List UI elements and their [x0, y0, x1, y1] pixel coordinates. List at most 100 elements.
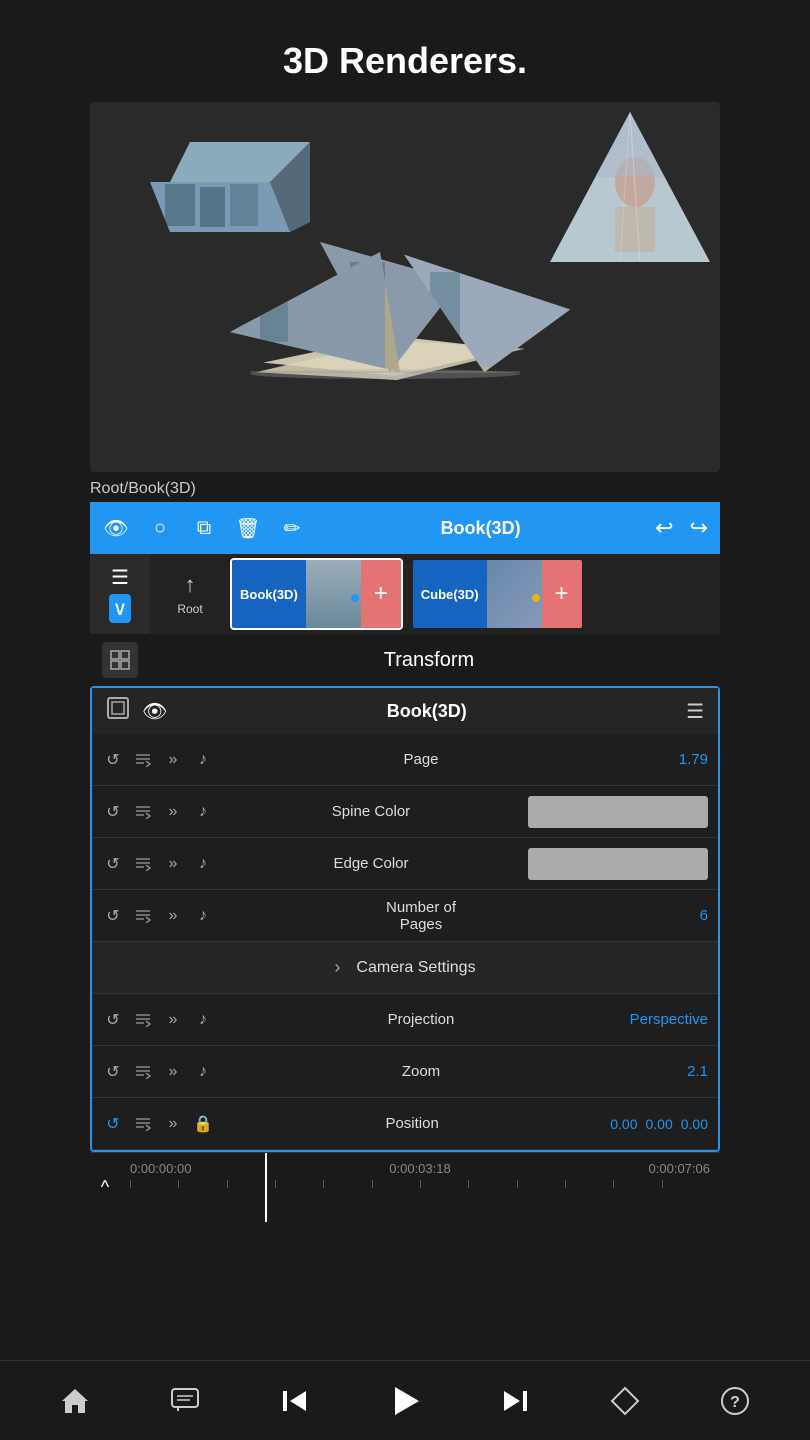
transform-label: Transform: [150, 649, 708, 672]
timeline-item-book3d[interactable]: Book(3D) +: [230, 558, 403, 630]
toolbar-item-name: Book(3D): [322, 518, 639, 539]
transform-icon[interactable]: [102, 642, 138, 678]
timeline-playhead[interactable]: [265, 1153, 267, 1222]
diamond-button[interactable]: [597, 1373, 653, 1429]
timeline-strip: ☰ ∨ ↑ Root Book(3D) + Cube(3D) +: [90, 554, 720, 634]
panel-header: 👁 Book(3D) ☰: [92, 688, 718, 734]
keyframe-icon-projection[interactable]: [132, 1009, 154, 1031]
reset-icon-edge[interactable]: ↺: [102, 853, 124, 875]
bottom-timeline: ^ 0:00:00:00 0:00:03:18 0:00:07:06: [90, 1152, 720, 1222]
property-row-projection: ↺ » ♪ Projection Perspective: [92, 994, 718, 1046]
spine-color-swatch[interactable]: [528, 796, 708, 828]
property-row-page: ↺ » ♪ Page 1.79: [92, 734, 718, 786]
panel-menu-icon[interactable]: ☰: [686, 699, 704, 724]
property-row-position: ↺ » 🔒 Position 0.00 0.00 0.00: [92, 1098, 718, 1150]
eye-toggle-icon[interactable]: 👁: [102, 514, 130, 542]
timeline-left-controls: ☰ ∨: [90, 554, 150, 634]
reset-icon-spine[interactable]: ↺: [102, 801, 124, 823]
undo-button[interactable]: ↩: [655, 515, 673, 541]
layers-icon[interactable]: ☰: [111, 565, 129, 590]
reset-icon-zoom[interactable]: ↺: [102, 1061, 124, 1083]
help-button[interactable]: ?: [707, 1373, 763, 1429]
pos-x-value[interactable]: 0.00: [610, 1116, 637, 1132]
tick-11: [613, 1180, 661, 1188]
music-icon-edge[interactable]: ♪: [192, 853, 214, 875]
reset-icon-position[interactable]: ↺: [102, 1113, 124, 1135]
pencil-icon[interactable]: ✏: [278, 514, 306, 542]
panel-eye-icon[interactable]: 👁: [142, 699, 167, 724]
tick-5: [323, 1180, 371, 1188]
tick-12: [662, 1180, 710, 1188]
preview-canvas: [90, 102, 720, 472]
pos-y-value[interactable]: 0.00: [646, 1116, 673, 1132]
page-title: 3D Renderers.: [0, 0, 810, 102]
copy-icon[interactable]: ⧉: [190, 514, 218, 542]
next-button[interactable]: [487, 1373, 543, 1429]
reset-icon-projection[interactable]: ↺: [102, 1009, 124, 1031]
tick-3: [227, 1180, 275, 1188]
preview-area: [90, 102, 720, 472]
property-name-position: Position: [222, 1115, 602, 1132]
root-upload-button[interactable]: ↑ Root: [150, 558, 230, 630]
section-arrow-icon: ›: [334, 957, 340, 978]
comment-button[interactable]: [157, 1373, 213, 1429]
properties-panel: 👁 Book(3D) ☰ ↺ » ♪ Page 1.79 ↺ » ♪ Spine…: [90, 686, 720, 1152]
property-name-projection: Projection: [222, 1011, 620, 1028]
property-row-spine-color: ↺ » ♪ Spine Color: [92, 786, 718, 838]
bottom-nav: ?: [0, 1360, 810, 1440]
cube3d-add-button[interactable]: +: [542, 560, 582, 628]
delete-icon[interactable]: 🗑: [234, 514, 262, 542]
music-icon-projection[interactable]: ♪: [192, 1009, 214, 1031]
play-button[interactable]: [377, 1373, 433, 1429]
property-name-edge: Edge Color: [222, 855, 520, 872]
property-name-numpages: Number of Pages: [222, 899, 620, 933]
double-arrow-icon-numpages[interactable]: »: [162, 905, 184, 927]
redo-button[interactable]: ↪: [690, 515, 708, 541]
double-arrow-icon-page[interactable]: »: [162, 749, 184, 771]
property-value-projection[interactable]: Perspective: [628, 1011, 708, 1028]
panel-frame-icon[interactable]: [106, 696, 130, 726]
property-value-zoom[interactable]: 2.1: [628, 1063, 708, 1080]
keyframe-icon-page[interactable]: [132, 749, 154, 771]
property-name-spine: Spine Color: [222, 803, 520, 820]
keyframe-icon-zoom[interactable]: [132, 1061, 154, 1083]
book3d-add-button[interactable]: +: [361, 560, 401, 628]
keyframe-icon-spine[interactable]: [132, 801, 154, 823]
property-value-page[interactable]: 1.79: [628, 751, 708, 768]
tick-6: [372, 1180, 420, 1188]
property-value-numpages[interactable]: 6: [628, 907, 708, 924]
camera-settings-header[interactable]: › Camera Settings: [92, 942, 718, 994]
book3d-label: Book(3D): [232, 560, 306, 628]
keyframe-icon-numpages[interactable]: [132, 905, 154, 927]
tick-8: [468, 1180, 516, 1188]
reset-icon-page[interactable]: ↺: [102, 749, 124, 771]
position-values: 0.00 0.00 0.00: [610, 1116, 708, 1132]
music-icon-page[interactable]: ♪: [192, 749, 214, 771]
double-arrow-icon-position[interactable]: »: [162, 1113, 184, 1135]
expand-icon[interactable]: ∨: [109, 594, 132, 623]
double-arrow-icon-spine[interactable]: »: [162, 801, 184, 823]
keyframe-icon-position[interactable]: [132, 1113, 154, 1135]
property-name-zoom: Zoom: [222, 1063, 620, 1080]
property-row-edge-color: ↺ » ♪ Edge Color: [92, 838, 718, 890]
reset-icon-numpages[interactable]: ↺: [102, 905, 124, 927]
double-arrow-icon-zoom[interactable]: »: [162, 1061, 184, 1083]
timeline-timestamps: 0:00:00:00 0:00:03:18 0:00:07:06: [120, 1153, 720, 1176]
home-button[interactable]: [47, 1373, 103, 1429]
music-icon-spine[interactable]: ♪: [192, 801, 214, 823]
collapse-button[interactable]: ^: [90, 1153, 120, 1222]
pos-z-value[interactable]: 0.00: [681, 1116, 708, 1132]
lock-icon-position[interactable]: 🔒: [192, 1113, 214, 1135]
keyframe-icon-edge[interactable]: [132, 853, 154, 875]
property-name-page: Page: [222, 751, 620, 768]
timestamp-mid: 0:00:03:18: [389, 1161, 450, 1176]
edge-color-swatch[interactable]: [528, 848, 708, 880]
music-icon-zoom[interactable]: ♪: [192, 1061, 214, 1083]
double-arrow-icon-edge[interactable]: »: [162, 853, 184, 875]
music-icon-numpages[interactable]: ♪: [192, 905, 214, 927]
prev-button[interactable]: [267, 1373, 323, 1429]
tick-1: [130, 1180, 178, 1188]
circle-icon[interactable]: ○: [146, 514, 174, 542]
double-arrow-icon-projection[interactable]: »: [162, 1009, 184, 1031]
timeline-item-cube3d[interactable]: Cube(3D) +: [411, 558, 584, 630]
